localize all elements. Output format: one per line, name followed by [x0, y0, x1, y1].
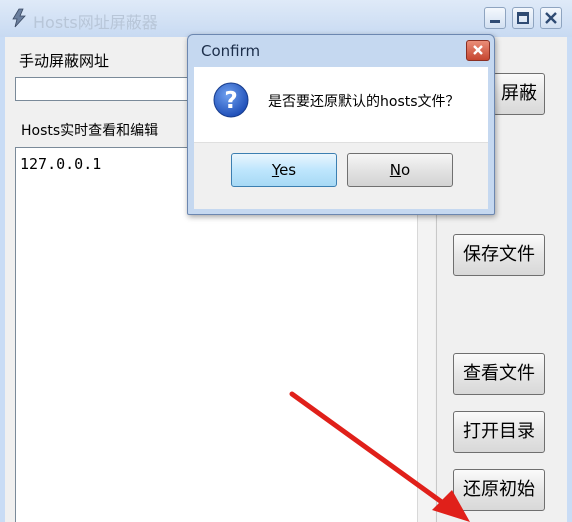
minimize-button[interactable]	[484, 7, 506, 29]
window-title: Hosts网址屏蔽器	[33, 13, 158, 32]
maximize-icon	[517, 12, 529, 24]
dialog-close-button[interactable]	[466, 40, 490, 61]
no-button[interactable]: No	[347, 153, 453, 187]
dialog-body: ? 是否要还原默认的hosts文件？ Yes No	[194, 67, 488, 209]
view-file-button[interactable]: 查看文件	[453, 353, 545, 395]
save-file-button[interactable]: 保存文件	[453, 234, 545, 276]
maximize-button[interactable]	[512, 7, 534, 29]
window-titlebar: Hosts网址屏蔽器	[0, 0, 572, 37]
close-icon	[545, 12, 557, 24]
yes-mnemonic: Y	[271, 161, 280, 179]
dialog-message: 是否要还原默认的hosts文件？	[268, 94, 460, 110]
url-input[interactable]	[15, 77, 205, 101]
close-icon	[473, 45, 483, 55]
open-directory-button[interactable]: 打开目录	[453, 411, 545, 453]
svg-text:?: ?	[224, 88, 237, 114]
no-mnemonic: N	[389, 161, 402, 179]
yes-button[interactable]: Yes	[231, 153, 337, 187]
app-icon	[12, 8, 26, 28]
yes-label-rest: es	[279, 161, 297, 179]
confirm-dialog: Confirm ? 是否要还原默认的hosts文件？ Yes No	[187, 34, 495, 215]
manual-block-label: 手动屏蔽网址	[19, 52, 110, 70]
restore-default-button[interactable]: 还原初始	[453, 469, 545, 511]
close-button[interactable]	[540, 7, 562, 29]
block-button[interactable]: 屏蔽	[493, 73, 545, 115]
question-icon: ?	[213, 82, 249, 118]
minimize-icon	[490, 20, 500, 23]
hosts-editor-label: Hosts实时查看和编辑	[21, 123, 159, 139]
no-label-rest: o	[401, 161, 411, 179]
dialog-title: Confirm	[201, 42, 261, 60]
